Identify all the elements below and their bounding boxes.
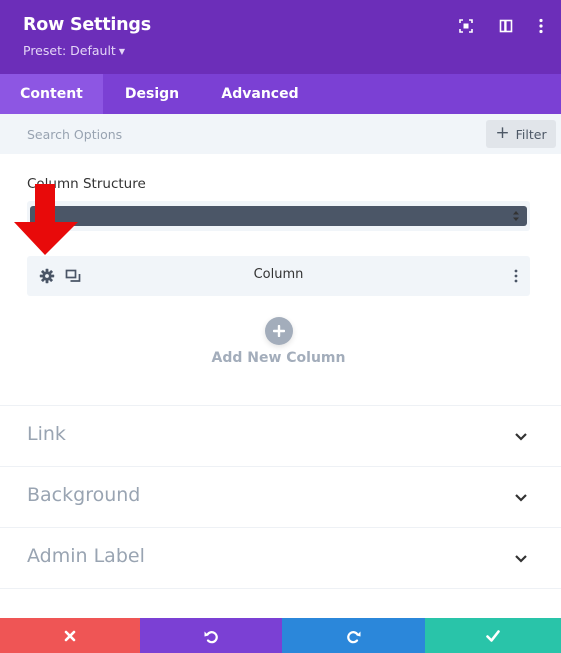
more-vertical-icon[interactable] [533, 18, 549, 34]
undo-button[interactable] [140, 618, 282, 653]
tab-advanced[interactable]: Advanced [201, 74, 319, 114]
section-label: Admin Label [27, 545, 145, 567]
section-divider [0, 588, 561, 618]
more-vertical-icon[interactable] [513, 268, 519, 284]
section-link[interactable]: Link [0, 405, 561, 465]
filter-label: Filter [515, 126, 547, 142]
preset-selector[interactable]: Preset: Default ▼ [23, 43, 125, 58]
section-label: Link [27, 423, 66, 445]
check-icon [486, 629, 500, 642]
expand-icon[interactable] [458, 18, 474, 34]
plus-icon [273, 325, 285, 337]
action-bar [0, 618, 561, 653]
filter-button[interactable]: + Filter [486, 120, 556, 148]
add-column-button[interactable] [265, 317, 293, 345]
chevron-down-icon [515, 494, 527, 502]
red-arrow-annotation [14, 184, 78, 255]
sidebar-icon[interactable] [498, 18, 514, 34]
column-label: Column [253, 267, 304, 282]
modal-header: Row Settings Preset: Default ▼ [0, 0, 561, 74]
discard-button[interactable] [0, 618, 140, 653]
tab-content[interactable]: Content [0, 74, 103, 114]
column-structure-select[interactable] [27, 201, 530, 231]
column-structure-preview [30, 206, 527, 226]
redo-button[interactable] [282, 618, 425, 653]
section-background[interactable]: Background [0, 466, 561, 526]
chevron-down-icon [515, 555, 527, 563]
search-input[interactable] [0, 114, 470, 154]
tab-design[interactable]: Design [103, 74, 201, 114]
plus-icon: + [495, 123, 510, 143]
preset-label: Preset: Default [23, 43, 116, 58]
caret-down-icon: ▼ [118, 47, 125, 56]
section-admin-label[interactable]: Admin Label [0, 527, 561, 587]
save-button[interactable] [425, 618, 561, 653]
column-item[interactable]: Column [27, 256, 530, 296]
undo-icon [204, 630, 218, 643]
add-column-label[interactable]: Add New Column [0, 350, 557, 366]
redo-icon [346, 630, 360, 643]
settings-tabs: Content Design Advanced [0, 74, 561, 114]
close-icon [64, 630, 76, 641]
select-arrows-icon [513, 211, 519, 221]
search-bar [0, 114, 561, 154]
section-label: Background [27, 484, 141, 506]
modal-title: Row Settings [23, 15, 151, 35]
chevron-down-icon [515, 433, 527, 441]
